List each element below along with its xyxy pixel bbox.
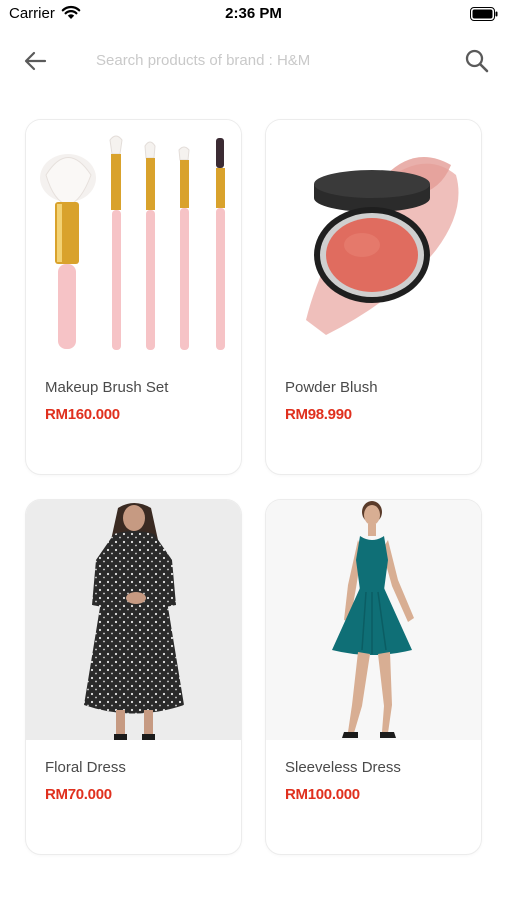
product-price: RM160.000: [45, 406, 120, 423]
floral-dress-image: [26, 500, 241, 740]
back-button[interactable]: [20, 48, 50, 74]
search-icon: [465, 49, 489, 73]
product-name: Powder Blush: [285, 379, 378, 396]
product-name: Sleeveless Dress: [285, 759, 401, 776]
clock: 2:36 PM: [225, 5, 282, 22]
product-card[interactable]: Powder Blush RM98.990: [265, 119, 482, 475]
sleeveless-dress-image: [266, 500, 481, 740]
product-price: RM70.000: [45, 786, 112, 803]
search-button[interactable]: [462, 46, 492, 76]
status-bar: Carrier 2:36 PM: [0, 0, 507, 30]
search-input[interactable]: [96, 46, 436, 74]
product-card[interactable]: Floral Dress RM70.000: [25, 499, 242, 855]
product-price: RM100.000: [285, 786, 360, 803]
product-card[interactable]: Makeup Brush Set RM160.000: [25, 119, 242, 475]
product-name: Floral Dress: [45, 759, 126, 776]
product-card[interactable]: Sleeveless Dress RM100.000: [265, 499, 482, 855]
search-bar: [0, 40, 507, 80]
arrow-left-icon: [24, 51, 47, 71]
makeup-brush-set-image: [26, 120, 241, 360]
powder-blush-image: [266, 120, 481, 360]
product-name: Makeup Brush Set: [45, 379, 169, 396]
product-price: RM98.990: [285, 406, 352, 423]
battery-icon: [470, 7, 498, 26]
